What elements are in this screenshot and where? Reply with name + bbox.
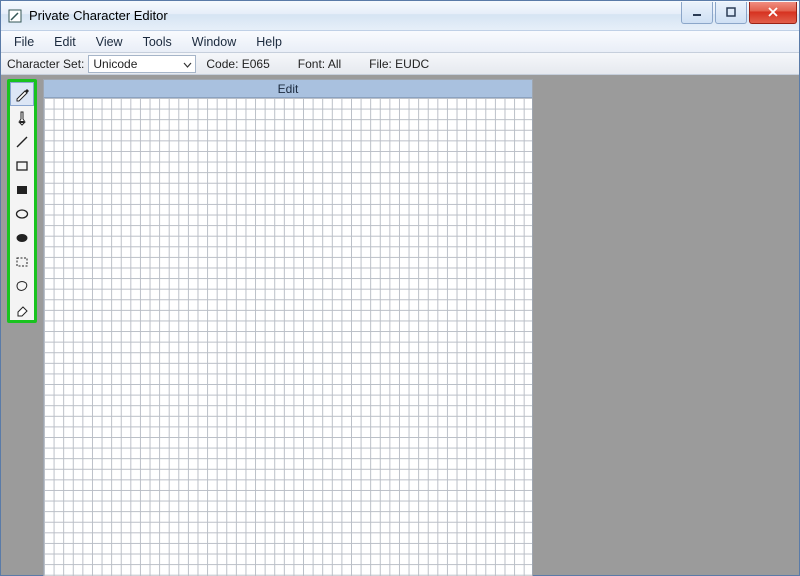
tool-select-free[interactable] [10,274,34,298]
tool-rect-outline[interactable] [10,154,34,178]
menu-view[interactable]: View [87,33,132,51]
menu-file[interactable]: File [5,33,43,51]
window-controls [679,2,797,24]
brush-icon [14,110,30,126]
charset-label: Character Set: [1,57,88,71]
code-field: Code: E065 [196,57,287,71]
menu-window[interactable]: Window [183,33,245,51]
maximize-button[interactable] [715,2,747,24]
tool-pencil[interactable] [10,82,34,106]
select-rect-icon [14,254,30,270]
ellipse-outline-icon [14,206,30,222]
close-button[interactable] [749,2,797,24]
chevron-down-icon [183,59,192,73]
tool-ellipse-filled[interactable] [10,226,34,250]
tool-brush[interactable] [10,106,34,130]
charset-dropdown[interactable]: Unicode [88,55,196,73]
tool-rect-filled[interactable] [10,178,34,202]
edit-panel-header: Edit [44,80,532,98]
menubar: File Edit View Tools Window Help [1,31,799,53]
menu-tools[interactable]: Tools [134,33,181,51]
window-title: Private Character Editor [29,8,679,23]
edit-grid[interactable] [44,98,532,576]
line-icon [14,134,30,150]
tool-ellipse-outline[interactable] [10,202,34,226]
tool-select-rect[interactable] [10,250,34,274]
toolbox [10,82,34,322]
tool-line[interactable] [10,130,34,154]
minimize-button[interactable] [681,2,713,24]
rectangle-outline-icon [14,158,30,174]
rectangle-filled-icon [14,182,30,198]
ellipse-filled-icon [14,230,30,246]
eraser-icon [14,302,30,318]
client-area: Edit [1,75,799,575]
app-icon [7,8,23,24]
info-bar: Character Set: Unicode Code: E065 Font: … [1,53,799,75]
menu-edit[interactable]: Edit [45,33,85,51]
titlebar[interactable]: Private Character Editor [1,1,799,31]
window-frame: Private Character Editor File Edit View … [0,0,800,576]
select-free-icon [14,278,30,294]
pencil-icon [14,86,30,102]
menu-help[interactable]: Help [247,33,291,51]
font-field: Font: All [288,57,359,71]
edit-panel: Edit [43,79,533,576]
tool-eraser[interactable] [10,298,34,322]
file-field: File: EUDC [359,57,447,71]
charset-value: Unicode [93,57,137,71]
